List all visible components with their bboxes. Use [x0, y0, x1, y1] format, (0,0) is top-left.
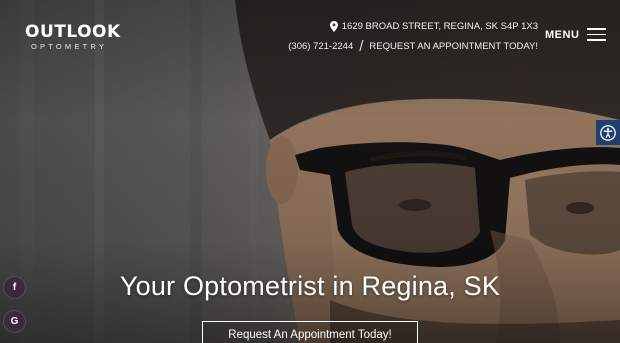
- logo-wordmark: OUTLOOK: [25, 22, 121, 42]
- menu-toggle[interactable]: MENU: [545, 28, 607, 41]
- request-appointment-button[interactable]: Request An Appointment Today!: [202, 321, 418, 343]
- address-line: 1629 BROAD STREET, REGINA, SK S4P 1X3: [288, 20, 538, 33]
- appointment-link[interactable]: REQUEST AN APPOINTMENT TODAY!: [369, 41, 538, 52]
- address-link[interactable]: 1629 BROAD STREET, REGINA, SK S4P 1X3: [342, 21, 538, 32]
- logo-tagline: OPTOMETRY: [31, 42, 108, 51]
- phone-link[interactable]: (306) 721-2244: [288, 41, 353, 52]
- contact-separator: /: [359, 37, 364, 55]
- hamburger-icon: [587, 28, 607, 41]
- accessibility-button[interactable]: [596, 120, 620, 145]
- brand-logo[interactable]: OUTLOOK OPTOMETRY: [25, 23, 120, 51]
- contact-line: (306) 721-2244 / REQUEST AN APPOINTMENT …: [288, 37, 538, 55]
- header-contact: 1629 BROAD STREET, REGINA, SK S4P 1X3 (3…: [288, 20, 538, 55]
- google-button[interactable]: G: [3, 310, 26, 333]
- accessibility-icon: [600, 124, 616, 141]
- hero-title: Your Optometrist in Regina, SK: [119, 271, 501, 301]
- google-icon: G: [10, 316, 19, 327]
- menu-label: MENU: [545, 28, 580, 41]
- map-pin-icon: [329, 21, 338, 32]
